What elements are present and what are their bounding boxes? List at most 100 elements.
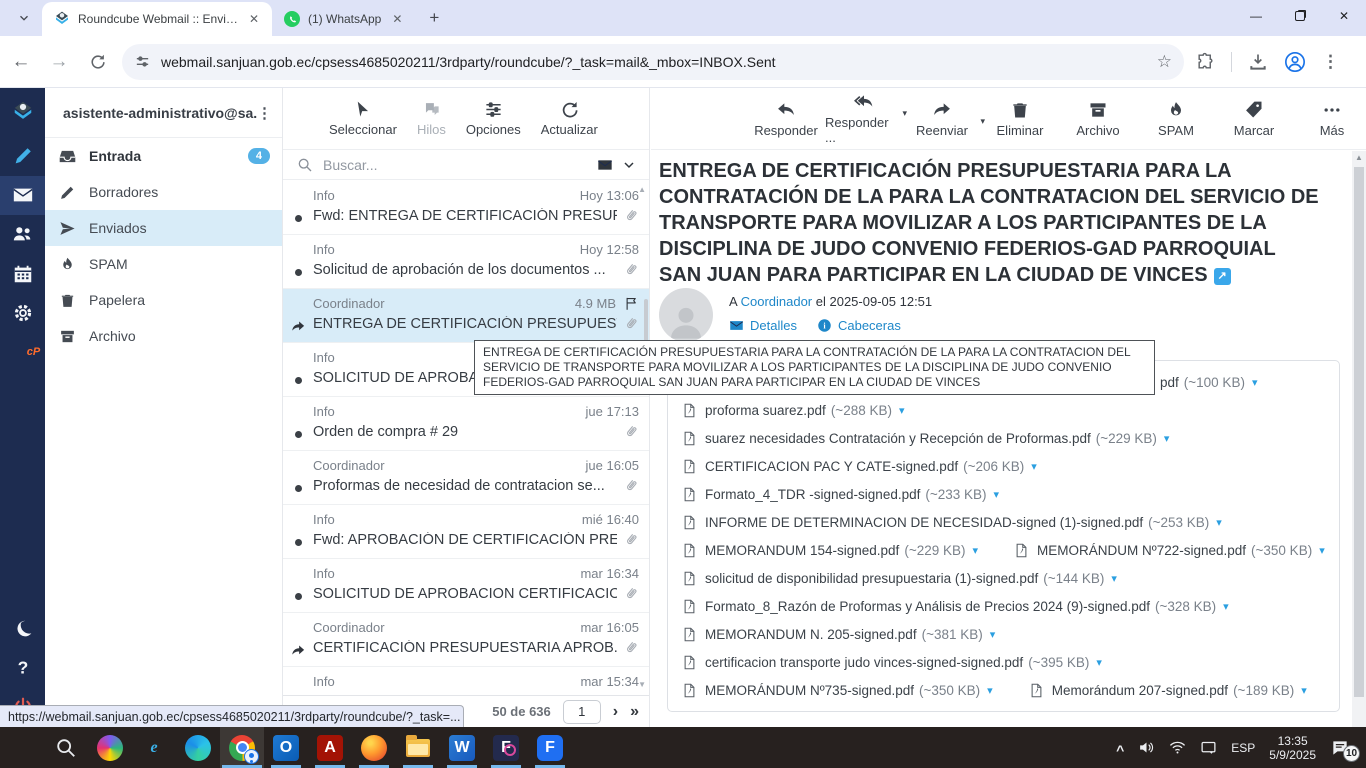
extensions-icon[interactable]	[1196, 52, 1215, 71]
internet-explorer-app[interactable]: e	[132, 727, 176, 768]
acrobat-app[interactable]: A	[308, 727, 352, 768]
message-toolbar-button[interactable]: ▾ Responder	[747, 100, 825, 138]
tray-expand-icon[interactable]: ^	[1116, 742, 1124, 758]
attachment-name[interactable]: INFORME DE DETERMINACION DE NECESIDAD-si…	[705, 515, 1143, 530]
outlook-app[interactable]: O	[264, 727, 308, 768]
message-scrollbar[interactable]: ▲	[1352, 151, 1366, 727]
attachment-name[interactable]: proforma suarez.pdf	[705, 403, 826, 418]
url-text[interactable]: webmail.sanjuan.gob.ec/cpsess4685020211/…	[161, 54, 1157, 70]
attachment-item[interactable]: CERTIFICACION PAC Y CATE-signed.pdf (~20…	[682, 458, 1037, 475]
attachment-menu-caret-icon[interactable]: ▾	[987, 684, 993, 697]
message-list-item[interactable]: Info jue 17:13 Orden de compra # 29	[283, 397, 649, 451]
last-page-icon[interactable]: »	[630, 703, 639, 721]
minimize-button[interactable]: —	[1234, 0, 1278, 32]
header-link[interactable]: Cabeceras	[817, 318, 901, 333]
folder-item[interactable]: Entrada 4	[45, 138, 282, 174]
attachment-name[interactable]: Formato_8_Razón de Proformas y Análisis …	[705, 599, 1150, 614]
rail-item[interactable]	[0, 176, 45, 215]
list-toolbar-button[interactable]: Hilos	[411, 100, 452, 137]
rail-item[interactable]: cP	[0, 332, 45, 371]
folder-item[interactable]: SPAM	[45, 246, 282, 282]
display-icon[interactable]	[1200, 739, 1217, 756]
message-toolbar-button[interactable]: ▾ Reenviar	[903, 100, 981, 138]
attachment-item[interactable]: MEMORÁNDUM Nº722-signed.pdf (~350 KB) ▾	[1014, 542, 1325, 559]
list-toolbar-button[interactable]: Seleccionar	[323, 100, 403, 137]
attachment-name[interactable]: CERTIFICACION PAC Y CATE-signed.pdf	[705, 459, 958, 474]
attachment-name[interactable]: pdf	[1160, 375, 1179, 390]
address-bar[interactable]: webmail.sanjuan.gob.ec/cpsess4685020211/…	[122, 44, 1184, 80]
attachment-menu-caret-icon[interactable]: ▾	[899, 404, 905, 417]
attachment-name[interactable]: certificacion transporte judo vinces-sig…	[705, 655, 1023, 670]
maximize-button[interactable]	[1278, 0, 1322, 32]
rail-item[interactable]	[0, 254, 45, 293]
folder-item[interactable]: Enviados	[45, 210, 282, 246]
header-link[interactable]: Detalles	[729, 318, 797, 333]
message-toolbar-button[interactable]: ▾ Eliminar	[981, 100, 1059, 138]
attachment-menu-caret-icon[interactable]: ▾	[1216, 516, 1222, 529]
message-toolbar-button[interactable]: ▾ Marcar	[1215, 100, 1293, 138]
folder-item[interactable]: Borradores	[45, 174, 282, 210]
list-scroll-down-icon[interactable]: ▼	[638, 680, 646, 689]
clock[interactable]: 13:35 5/9/2025	[1269, 734, 1316, 762]
close-button[interactable]: ✕	[1322, 0, 1366, 32]
attachment-menu-caret-icon[interactable]: ▾	[1111, 572, 1117, 585]
search-input[interactable]: Buscar...	[323, 157, 597, 173]
attachment-item[interactable]: MEMORÁNDUM Nº735-signed.pdf (~350 KB) ▾	[682, 682, 993, 699]
external-link-icon[interactable]: ↗	[1214, 268, 1231, 285]
attachment-name[interactable]: Memorándum 207-signed.pdf	[1052, 683, 1228, 698]
message-list-item[interactable]: Coordinador 4.9 MB ENTREGA DE CERTIFICAC…	[283, 289, 649, 343]
firefox-app[interactable]	[352, 727, 396, 768]
attachment-name[interactable]: MEMORANDUM N. 205-signed.pdf	[705, 627, 917, 642]
attachment-menu-caret-icon[interactable]: ▾	[990, 628, 996, 641]
message-toolbar-button[interactable]: ▾ Más	[1293, 100, 1366, 138]
tab-close-icon[interactable]: ✕	[246, 11, 262, 27]
attachment-item[interactable]: suarez necesidades Contratación y Recepc…	[682, 430, 1169, 447]
message-scrollbar-thumb[interactable]	[1354, 167, 1364, 697]
message-toolbar-button[interactable]: ▾ Responder ...	[825, 92, 903, 145]
attachment-name[interactable]: MEMORÁNDUM Nº735-signed.pdf	[705, 683, 914, 698]
message-list-item[interactable]: Info mar 15:34	[283, 667, 649, 695]
forward-button[interactable]: →	[42, 45, 76, 79]
recipient-link[interactable]: Coordinador	[741, 294, 813, 309]
wifi-icon[interactable]	[1169, 739, 1186, 756]
list-scroll-up-icon[interactable]: ▲	[638, 185, 646, 194]
flag-icon[interactable]	[624, 296, 639, 311]
attachment-item[interactable]: MEMORANDUM 154-signed.pdf (~229 KB) ▾	[682, 542, 978, 559]
attachment-item[interactable]: proforma suarez.pdf (~288 KB) ▾	[682, 402, 905, 419]
message-list-item[interactable]: Info mié 16:40 Fwd: APROBACIÓN DE CERTIF…	[283, 505, 649, 559]
rail-item[interactable]	[0, 610, 45, 649]
tab-search-button[interactable]	[10, 4, 38, 32]
file-explorer-app[interactable]	[396, 727, 440, 768]
attachment-name[interactable]: Formato_4_TDR -signed-signed.pdf	[705, 487, 920, 502]
message-toolbar-button[interactable]: ▾ SPAM	[1137, 100, 1215, 138]
message-list-item[interactable]: Coordinador jue 16:05 Proformas de neces…	[283, 451, 649, 505]
taskbar-search[interactable]	[44, 727, 88, 768]
attachment-item[interactable]: Formato_4_TDR -signed-signed.pdf (~233 K…	[682, 486, 999, 503]
attachment-name[interactable]: MEMORÁNDUM Nº722-signed.pdf	[1037, 543, 1246, 558]
browser-tab[interactable]: Roundcube Webmail :: Enviados ✕	[42, 2, 272, 36]
attachment-name[interactable]: MEMORANDUM 154-signed.pdf	[705, 543, 899, 558]
folder-item[interactable]: Archivo	[45, 318, 282, 354]
message-list-item[interactable]: Coordinador mar 16:05 CERTIFICACIÓN PRES…	[283, 613, 649, 667]
profile-icon[interactable]	[1284, 51, 1306, 73]
attachment-item[interactable]: MEMORANDUM N. 205-signed.pdf (~381 KB) ▾	[682, 626, 995, 643]
chrome-app[interactable]	[220, 727, 264, 768]
attachment-name[interactable]: solicitud de disponibilidad presupuestar…	[705, 571, 1038, 586]
attachment-menu-caret-icon[interactable]: ▾	[973, 544, 979, 557]
scroll-up-icon[interactable]: ▲	[1355, 153, 1363, 162]
attachment-item[interactable]: INFORME DE DETERMINACION DE NECESIDAD-si…	[682, 514, 1222, 531]
page-number-input[interactable]: 1	[563, 700, 601, 724]
message-list-item[interactable]: Info Hoy 13:06 Fwd: ENTREGA DE CERTIFICA…	[283, 181, 649, 235]
attachment-item[interactable]: Memorándum 207-signed.pdf (~189 KB) ▾	[1029, 682, 1307, 699]
attachment-menu-caret-icon[interactable]: ▾	[1301, 684, 1307, 697]
browser-menu-icon[interactable]: ⋮	[1322, 52, 1339, 72]
copilot-app[interactable]	[88, 727, 132, 768]
attachment-item[interactable]: solicitud de disponibilidad presupuestar…	[682, 570, 1117, 587]
attachment-menu-caret-icon[interactable]: ▾	[1096, 656, 1102, 669]
search-bar[interactable]: Buscar...	[283, 150, 649, 180]
fdark-app[interactable]: F	[484, 727, 528, 768]
notification-center-icon[interactable]: 10	[1330, 738, 1354, 758]
reload-button[interactable]	[80, 45, 114, 79]
rail-item[interactable]	[0, 137, 45, 176]
new-tab-button[interactable]: +	[421, 5, 447, 31]
